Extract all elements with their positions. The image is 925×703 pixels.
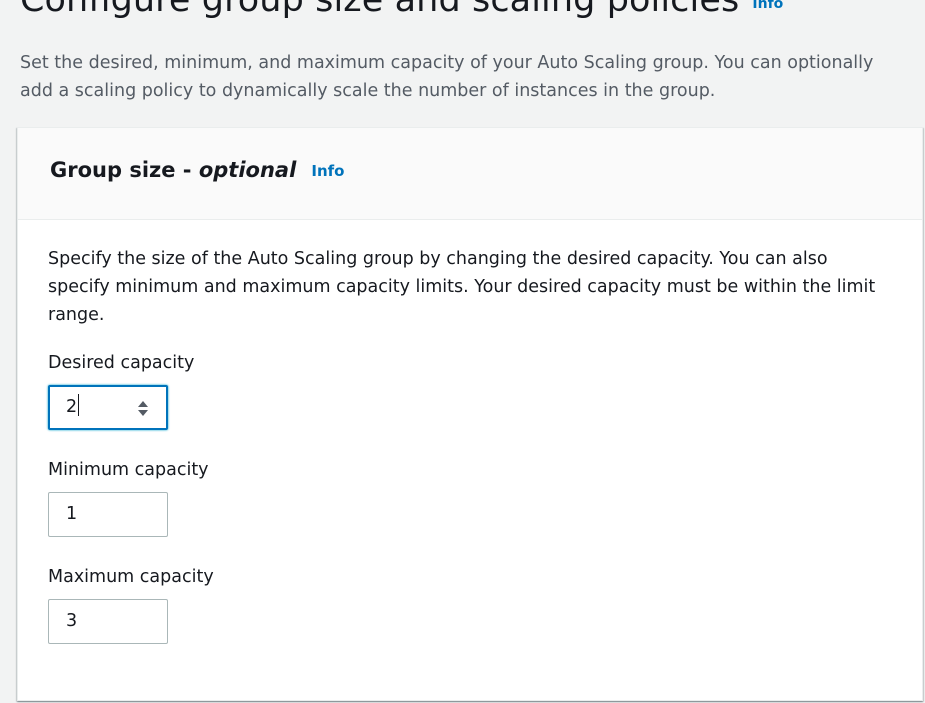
text-caret (78, 394, 80, 416)
group-size-title: Group size - optional (50, 158, 296, 182)
page-description: Set the desired, minimum, and maximum ca… (20, 53, 874, 101)
minimum-capacity-label: Minimum capacity (48, 460, 209, 480)
increment-arrow-icon[interactable] (138, 401, 148, 407)
minimum-capacity-input[interactable]: 1 (48, 492, 168, 537)
desired-capacity-field: Desired capacity 2 (48, 349, 892, 430)
group-size-info-link[interactable]: Info (311, 162, 344, 180)
group-size-body: Specify the size of the Auto Scaling gro… (18, 220, 922, 644)
optional-label: optional (198, 158, 297, 182)
minimum-capacity-value: 1 (66, 504, 78, 524)
group-size-description: Specify the size of the Auto Scaling gro… (48, 249, 876, 325)
maximum-capacity-label: Maximum capacity (48, 567, 214, 587)
maximum-capacity-value: 3 (66, 611, 78, 631)
desired-capacity-label: Desired capacity (48, 353, 195, 373)
page-header: Configure group size and scaling policie… (20, 0, 783, 20)
decrement-arrow-icon[interactable] (138, 410, 148, 416)
page-info-link[interactable]: Info (752, 0, 783, 12)
up-down-arrows-icon[interactable] (138, 398, 148, 418)
minimum-capacity-field: Minimum capacity 1 (48, 456, 892, 537)
desired-capacity-value: 2 (66, 397, 78, 417)
desired-capacity-input[interactable]: 2 (48, 385, 168, 430)
group-size-title-text: Group size - (50, 158, 199, 182)
group-size-header: Group size - optional Info (18, 128, 922, 220)
page-title: Configure group size and scaling policie… (20, 0, 740, 20)
maximum-capacity-field: Maximum capacity 3 (48, 563, 892, 644)
maximum-capacity-input[interactable]: 3 (48, 599, 168, 644)
group-size-panel: Group size - optional Info Specify the s… (17, 127, 923, 701)
